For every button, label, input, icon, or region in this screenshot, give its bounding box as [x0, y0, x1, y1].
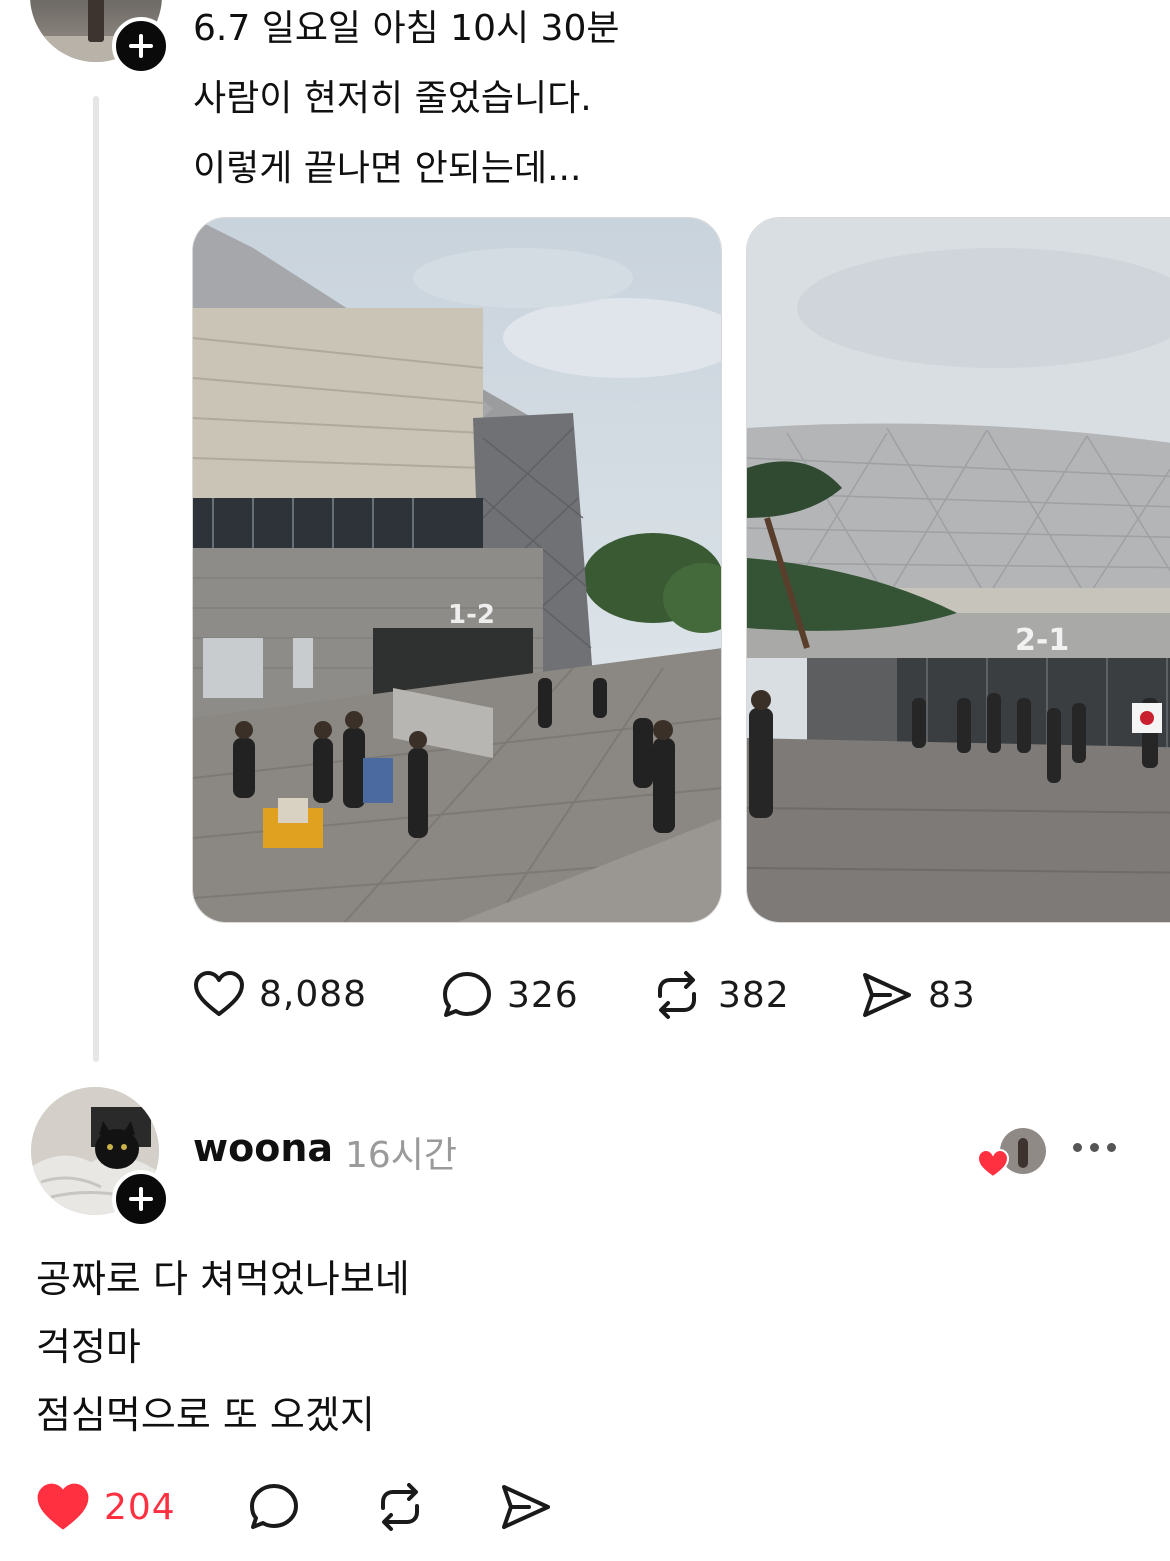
like-count: 8,088	[259, 973, 368, 1015]
reply-like-count: 204	[104, 1486, 176, 1528]
reply-comment-button[interactable]	[248, 1482, 300, 1532]
post-text-line: 이렇게 끝나면 안되는데...	[193, 148, 582, 189]
repost-count: 382	[718, 974, 790, 1016]
comment-button[interactable]: 326	[441, 970, 579, 1020]
post-image-1[interactable]: 1-2	[192, 217, 722, 923]
more-icon[interactable]	[1073, 1143, 1116, 1152]
comment-count: 326	[507, 974, 579, 1016]
reply-text-line: 점심먹으로 또 오겠지	[36, 1393, 375, 1437]
post-text-line: 6.7 일요일 아침 10시 30분	[193, 8, 620, 49]
reply-share-button[interactable]	[499, 1482, 553, 1532]
heart-icon	[976, 1148, 1010, 1179]
heart-icon	[194, 971, 244, 1016]
repost-icon	[658, 971, 696, 1019]
repost-button[interactable]: 382	[650, 970, 790, 1020]
share-button[interactable]: 83	[860, 970, 976, 1020]
share-count: 83	[928, 974, 976, 1016]
post-image-2[interactable]: 2-1	[746, 217, 1170, 923]
follow-plus-icon[interactable]	[112, 1170, 170, 1228]
reply-body: 공짜로 다 쳐먹었나보네 걱정마 점심먹으로 또 오겠지	[36, 1245, 410, 1449]
comment-icon	[250, 1484, 298, 1529]
reply-repost-button[interactable]	[373, 1482, 427, 1532]
follow-plus-icon[interactable]	[112, 17, 170, 75]
post-text-line: 사람이 현저히 줄었습니다.	[193, 78, 592, 119]
repost-icon	[381, 1483, 419, 1531]
reply-text-line: 공짜로 다 쳐먹었나보네	[36, 1257, 410, 1301]
comment-icon	[443, 972, 491, 1017]
share-icon	[863, 973, 911, 1017]
reply-timestamp: 16시간	[345, 1135, 458, 1176]
like-button[interactable]: 8,088	[193, 970, 367, 1018]
reply-like-button[interactable]: 204	[36, 1482, 176, 1532]
reply-text-line: 걱정마	[36, 1325, 141, 1369]
post-body: 6.7 일요일 아침 10시 30분 사람이 현저히 줄었습니다. 이렇게 끝나…	[193, 0, 1093, 204]
share-icon	[502, 1485, 550, 1529]
thread-line	[93, 96, 99, 1062]
gate-sign: 1-2	[448, 600, 495, 630]
gate-sign: 2-1	[1015, 623, 1069, 658]
heart-icon	[37, 1483, 89, 1530]
reply-username[interactable]: woona	[193, 1126, 333, 1170]
